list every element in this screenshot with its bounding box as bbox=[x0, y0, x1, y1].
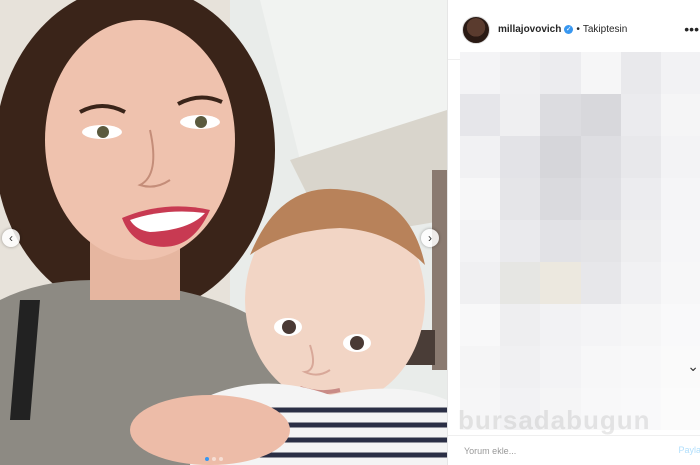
mosaic-tile bbox=[540, 304, 581, 346]
mosaic-tile bbox=[500, 178, 541, 220]
mosaic-tile bbox=[460, 346, 501, 388]
mosaic-tile bbox=[660, 94, 700, 136]
pixel-mosaic bbox=[460, 52, 700, 430]
mosaic-tile bbox=[540, 346, 581, 388]
mosaic-tile bbox=[540, 262, 581, 304]
mosaic-tile bbox=[580, 304, 621, 346]
mosaic-tile bbox=[460, 178, 501, 220]
mosaic-tile bbox=[460, 94, 501, 136]
mosaic-tile bbox=[580, 178, 621, 220]
slide-dot bbox=[205, 457, 209, 461]
slide-dot bbox=[212, 457, 216, 461]
mosaic-tile bbox=[660, 220, 700, 262]
mosaic-tile bbox=[620, 346, 661, 388]
more-horizontal-icon[interactable]: ••• bbox=[684, 22, 699, 36]
mosaic-tile bbox=[620, 220, 661, 262]
chevron-down-icon: ⌄ bbox=[687, 358, 699, 374]
mosaic-tile bbox=[460, 136, 501, 178]
mosaic-tile bbox=[500, 346, 541, 388]
pixelated-comments-area bbox=[460, 52, 700, 432]
comment-bar: Payla bbox=[448, 435, 700, 465]
mosaic-tile bbox=[580, 52, 621, 94]
mosaic-tile bbox=[540, 136, 581, 178]
mosaic-tile bbox=[580, 220, 621, 262]
mosaic-tile bbox=[620, 94, 661, 136]
mosaic-tile bbox=[460, 262, 501, 304]
separator: • bbox=[576, 24, 580, 35]
mosaic-tile bbox=[660, 52, 700, 94]
chevron-right-icon: › bbox=[428, 231, 432, 245]
mosaic-tile bbox=[540, 52, 581, 94]
mosaic-tile bbox=[620, 178, 661, 220]
mosaic-tile bbox=[540, 178, 581, 220]
mosaic-tile bbox=[620, 304, 661, 346]
post-sidebar: millajovovich ✓ • Takiptesin ••• bursada… bbox=[447, 0, 700, 465]
post-header: millajovovich ✓ • Takiptesin ••• bbox=[448, 0, 700, 60]
photo-image bbox=[0, 0, 447, 465]
mosaic-tile bbox=[500, 94, 541, 136]
mosaic-tile bbox=[540, 220, 581, 262]
chevron-left-icon: ‹ bbox=[9, 231, 13, 245]
mosaic-tile bbox=[620, 262, 661, 304]
share-button[interactable]: Payla bbox=[678, 445, 700, 455]
mosaic-tile bbox=[500, 220, 541, 262]
mosaic-tile bbox=[500, 304, 541, 346]
mosaic-tile bbox=[580, 136, 621, 178]
post-photo: ‹ › bbox=[0, 0, 447, 465]
comment-input[interactable] bbox=[462, 444, 626, 457]
mosaic-tile bbox=[660, 136, 700, 178]
mosaic-tile bbox=[500, 262, 541, 304]
mosaic-tile bbox=[620, 136, 661, 178]
mosaic-tile bbox=[500, 136, 541, 178]
mosaic-tile bbox=[660, 388, 700, 430]
slide-indicator bbox=[205, 457, 223, 461]
mosaic-tile bbox=[660, 262, 700, 304]
next-slide-button[interactable]: › bbox=[421, 229, 439, 247]
slide-dot bbox=[219, 457, 223, 461]
mosaic-tile bbox=[580, 94, 621, 136]
mosaic-tile bbox=[660, 178, 700, 220]
mosaic-tile bbox=[460, 220, 501, 262]
mosaic-tile bbox=[660, 304, 700, 346]
mosaic-tile bbox=[620, 52, 661, 94]
previous-slide-button[interactable]: ‹ bbox=[2, 229, 20, 247]
mosaic-tile bbox=[580, 262, 621, 304]
username-link[interactable]: millajovovich bbox=[498, 24, 561, 35]
following-button[interactable]: Takiptesin bbox=[583, 24, 627, 35]
mosaic-tile bbox=[500, 52, 541, 94]
avatar[interactable] bbox=[462, 15, 490, 44]
verified-badge-icon: ✓ bbox=[564, 25, 574, 34]
mosaic-tile bbox=[540, 94, 581, 136]
mosaic-tile bbox=[460, 52, 501, 94]
mosaic-tile bbox=[460, 304, 501, 346]
watermark-text: bursadabugun bbox=[458, 405, 651, 435]
mosaic-tile bbox=[580, 346, 621, 388]
